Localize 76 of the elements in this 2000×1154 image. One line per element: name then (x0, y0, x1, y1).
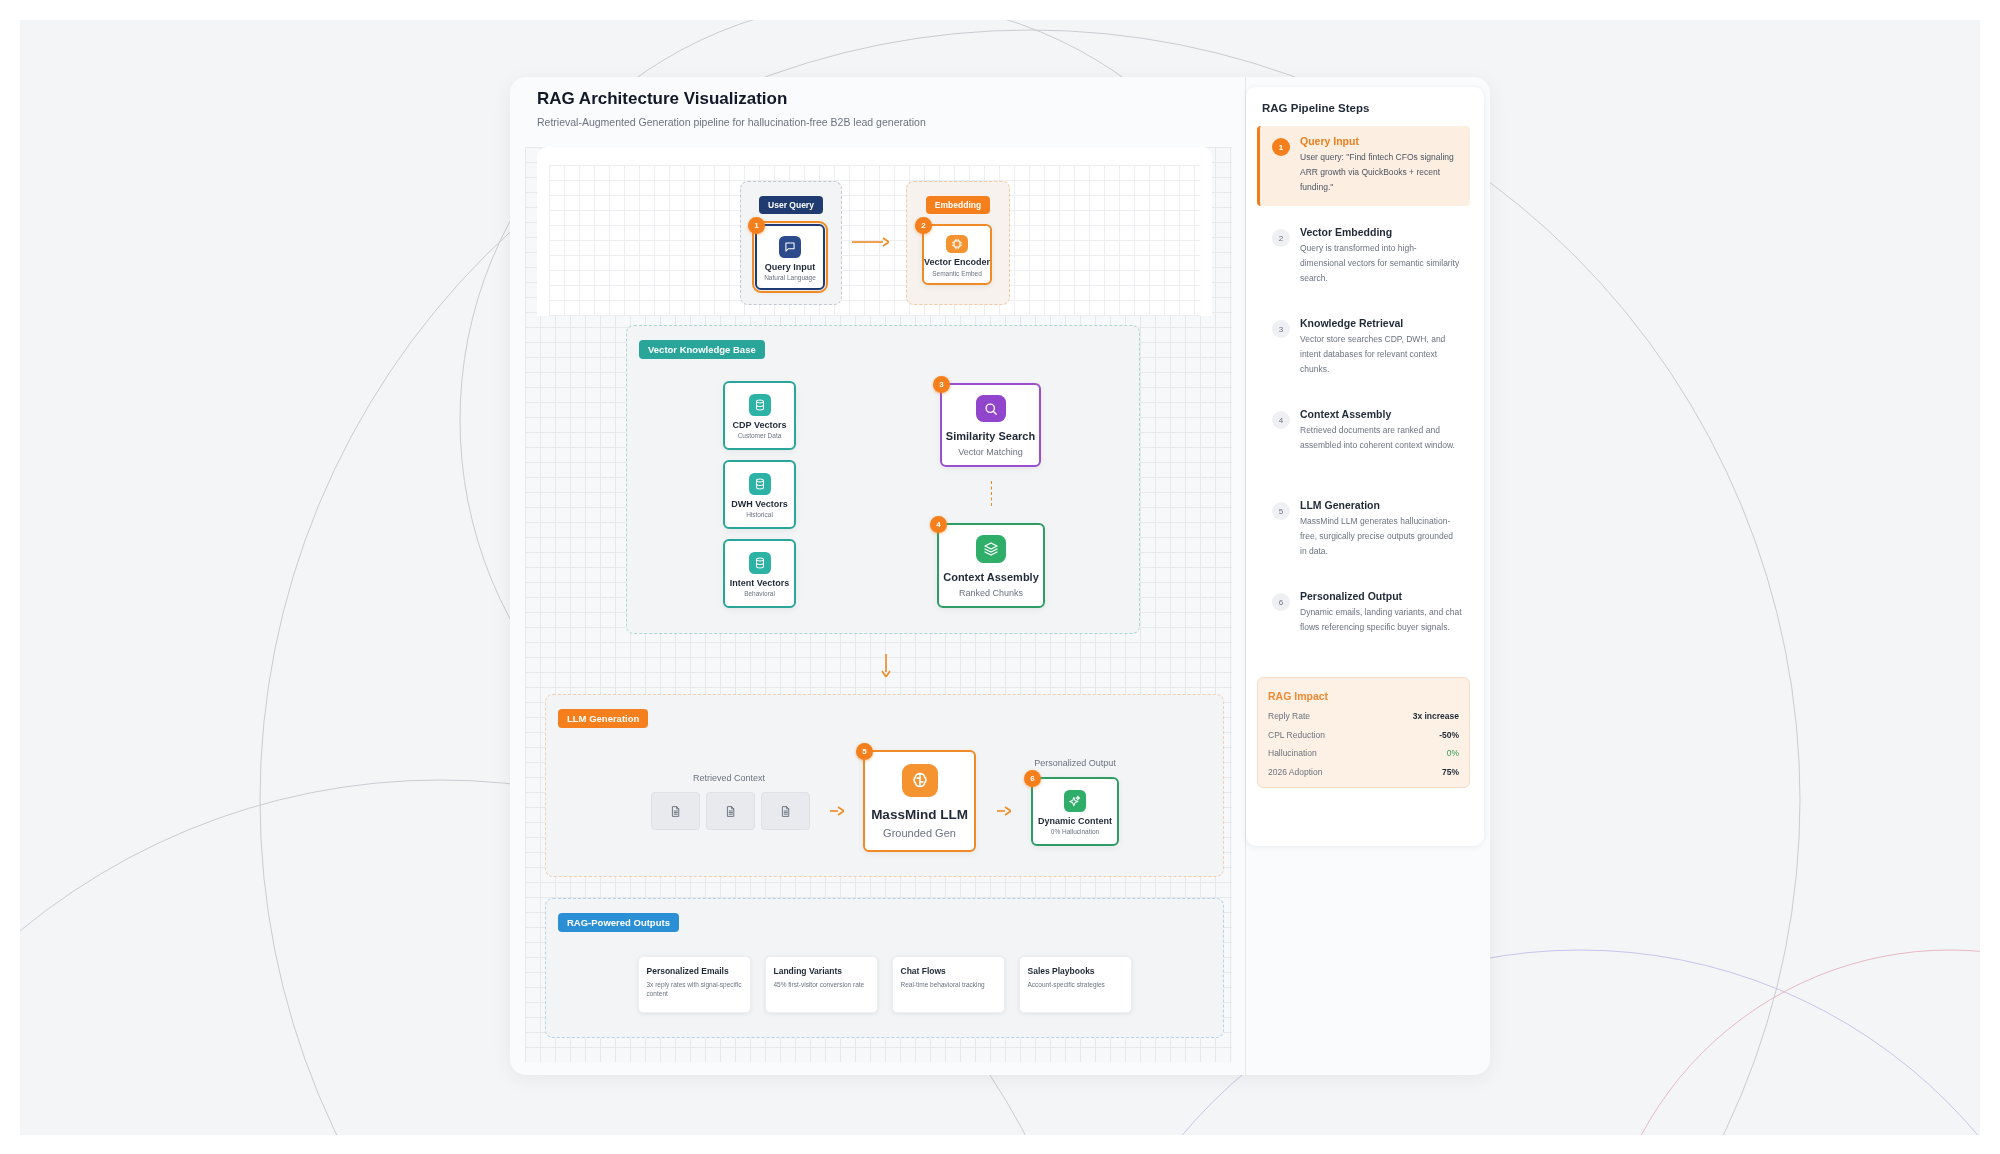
step-title: Personalized Output (1300, 590, 1404, 602)
step-number: 1 (1272, 138, 1290, 156)
section-tag: RAG-Powered Outputs (558, 913, 679, 933)
page-title: RAG Architecture Visualization (537, 88, 789, 110)
node-title: Intent Vectors (729, 578, 790, 589)
metric-label: Reply Rate (1268, 710, 1311, 723)
brain-icon (901, 764, 938, 797)
step-title: Context Assembly (1300, 408, 1393, 420)
step-title: Knowledge Retrieval (1300, 317, 1405, 329)
metric-label: CPL Reduction (1268, 728, 1325, 742)
pipeline-step[interactable]: 6 Personalized Output Dynamic emails, landing variants, and chat flows referencing specific buyer signals. (1257, 581, 1470, 661)
node-title: MassMind LLM (871, 806, 968, 823)
flow-arrow (881, 654, 891, 677)
node-title: Vector Encoder (924, 257, 990, 268)
output-label: Personalized Output (1034, 758, 1116, 768)
step-title: Vector Embedding (1300, 226, 1394, 238)
search-icon (975, 395, 1006, 422)
pipeline-step[interactable]: 3 Knowledge Retrieval Vector store searches CDP, DWH, and intent databases for relevant context chunks. (1257, 308, 1470, 388)
dashed-connector (991, 481, 992, 506)
node-title: Similarity Search (945, 430, 1036, 443)
step-description: Retrieved documents are ranked and assembled into coherent context window. (1300, 424, 1456, 452)
node-title: Query Input (764, 261, 816, 272)
flow-arrow (852, 237, 889, 247)
step-title: Query Input (1300, 135, 1360, 147)
card-title: Sales Playbooks (1027, 966, 1096, 976)
node-subtitle: Grounded Gen (883, 827, 956, 840)
layers-icon (976, 535, 1006, 563)
context-label: Retrieved Context (693, 773, 765, 783)
flow-arrow (830, 806, 844, 816)
chip-icon (946, 235, 968, 254)
metric-value: 0% (1446, 747, 1459, 760)
pipeline-step[interactable]: 4 Context Assembly Retrieved documents are ranked and assembled into coherent context window. (1257, 399, 1470, 479)
section-tag: Vector Knowledge Base (639, 340, 765, 360)
step-number: 6 (1272, 593, 1290, 611)
document-icon (706, 792, 755, 830)
document-icon (651, 792, 700, 830)
node-subtitle: Ranked Chunks (958, 587, 1023, 598)
metric-label: 2026 Adoption (1268, 765, 1323, 779)
database-icon (748, 473, 771, 496)
metric-value: -50% (1439, 728, 1459, 742)
node-title: Dynamic Content (1038, 816, 1112, 827)
section-tag: LLM Generation (558, 709, 649, 729)
database-icon (748, 394, 771, 417)
node-title: CDP Vectors (732, 420, 787, 431)
chat-icon (779, 235, 801, 258)
step-description: User query: "Find fintech CFOs signaling ARR growth via QuickBooks + recent funding." (1300, 151, 1455, 194)
card-title: Landing Variants (773, 966, 843, 976)
node-title: DWH Vectors (731, 499, 788, 510)
sparkle-icon (1064, 790, 1086, 813)
page-subtitle: Retrieval-Augmented Generation pipeline for hallucination-free B2B lead generation (537, 115, 927, 129)
step-description: Vector store searches CDP, DWH, and intent databases for relevant context chunks. (1300, 333, 1447, 376)
document-icon (761, 792, 810, 830)
step-number: 2 (1272, 229, 1290, 247)
step-description: Dynamic emails, landing variants, and chat flows referencing specific buyer signals. (1300, 606, 1462, 634)
card-title: Personalized Emails (646, 966, 730, 976)
panel-title: RAG Pipeline Steps (1262, 102, 1371, 114)
node-title: Context Assembly (943, 571, 1039, 584)
pipeline-step[interactable]: 2 Vector Embedding Query is transformed into high-dimensional vectors for semantic similarity search. (1257, 217, 1470, 297)
step-number: 3 (1272, 320, 1290, 338)
card-title: Chat Flows (900, 966, 947, 976)
node-subtitle: Vector Matching (958, 446, 1023, 457)
pipeline-step[interactable]: 5 LLM Generation MassMind LLM generates hallucination-free, surgically precise outputs grounded in data. (1257, 490, 1470, 570)
impact-title: RAG Impact (1268, 690, 1330, 702)
step-number: 5 (1272, 502, 1290, 520)
section-tag: Embedding (925, 196, 991, 215)
step-title: LLM Generation (1300, 499, 1381, 511)
step-description: Query is transformed into high-dimensional vectors for semantic similarity search. (1300, 242, 1461, 285)
step-description: MassMind LLM generates hallucination-free, surgically precise outputs grounded in data. (1300, 515, 1455, 558)
step-number: 4 (1272, 411, 1290, 429)
metric-value: 3x increase (1412, 710, 1459, 723)
database-icon (748, 552, 771, 575)
section-tag: User Query (759, 196, 823, 215)
metric-value: 75% (1442, 765, 1459, 779)
flow-arrow (997, 806, 1011, 816)
pipeline-step[interactable]: 1 Query Input User query: "Find fintech CFOs signaling ARR growth via QuickBooks + recent funding." (1257, 126, 1470, 206)
metric-label: Hallucination (1268, 747, 1317, 760)
